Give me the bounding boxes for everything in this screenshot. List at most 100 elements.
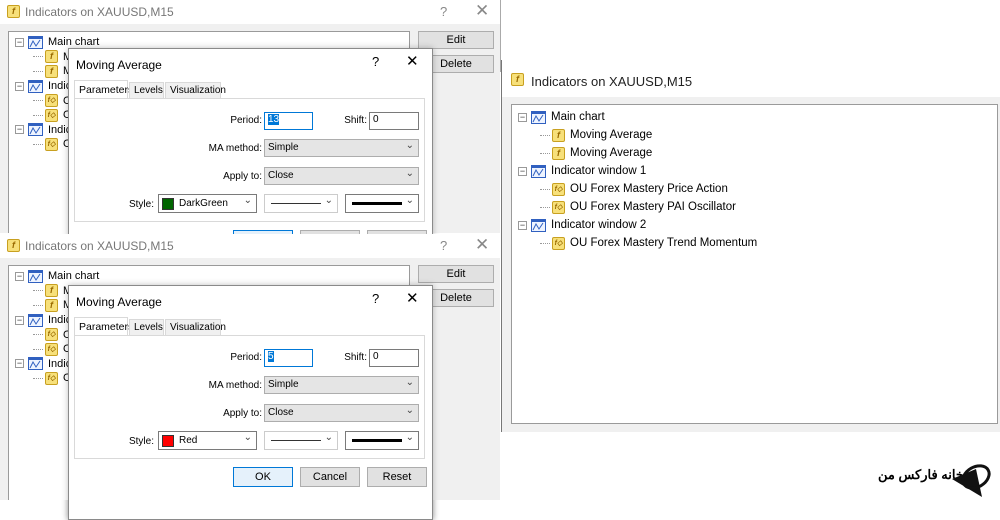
chevron-down-icon: ⌄: [405, 168, 414, 179]
collapse-icon[interactable]: −: [15, 125, 24, 135]
apply-to-label: Apply to:: [223, 408, 262, 419]
tree-connector: [540, 134, 550, 136]
tab-parameters[interactable]: Parameters: [74, 80, 133, 99]
shift-label: Shift:: [344, 352, 367, 363]
line-style-select[interactable]: ⌄: [264, 194, 338, 213]
indicators-window-large: f Indicators on XAUUSD,M15 − Main chart f Mov…: [501, 60, 1000, 432]
collapse-icon[interactable]: −: [15, 37, 24, 47]
period-input[interactable]: 5: [264, 349, 313, 367]
shift-input[interactable]: 0: [369, 349, 419, 367]
tree-item[interactable]: f◇ OU Forex Mastery Price Action: [540, 180, 728, 198]
collapse-icon[interactable]: −: [15, 81, 24, 91]
period-value: 13: [268, 114, 280, 125]
chart-window-icon: [531, 164, 546, 178]
ok-button[interactable]: OK: [233, 467, 293, 487]
ma-method-select[interactable]: Simple ⌄: [264, 139, 419, 157]
indicator-function-icon: f: [552, 146, 565, 160]
cancel-button[interactable]: Cancel: [300, 467, 360, 487]
chevron-down-icon: ⌄: [405, 405, 414, 416]
tab-levels[interactable]: Levels: [129, 82, 164, 99]
shift-input[interactable]: 0: [369, 112, 419, 130]
tree-group-0[interactable]: − Main chart: [518, 108, 605, 126]
tree-item[interactable]: f◇ OU Forex Mastery Trend Momentum: [540, 234, 757, 252]
style-label: Style:: [128, 199, 154, 210]
period-input[interactable]: 13: [264, 112, 313, 130]
edit-button[interactable]: Edit: [418, 31, 494, 49]
tree-connector: [33, 114, 43, 116]
collapse-icon[interactable]: −: [15, 315, 24, 325]
close-button[interactable]: ✕: [475, 1, 489, 21]
tree-item[interactable]: f Moving Average: [540, 144, 652, 162]
tree-item[interactable]: f◇ OU Forex Mastery PAI Oscillator: [540, 198, 736, 216]
line-width-preview: [352, 202, 402, 205]
collapse-icon[interactable]: −: [518, 220, 527, 230]
color-swatch: [162, 197, 174, 210]
color-select[interactable]: DarkGreen ⌄: [158, 194, 257, 213]
tree-connector: [540, 242, 550, 244]
brand-logo-icon: [950, 455, 996, 504]
tree-group-0[interactable]: − Main chart: [15, 269, 99, 284]
tree-group-2[interactable]: − Indicator window 2: [518, 216, 646, 234]
dialog-close-button[interactable]: ✕: [406, 52, 419, 70]
tree-item[interactable]: f Moving Average: [540, 126, 652, 144]
tab-visualization[interactable]: Visualization: [165, 319, 226, 336]
indicator-tree[interactable]: − Main chart f Moving Average f Moving Averag…: [511, 104, 998, 424]
collapse-icon[interactable]: −: [15, 271, 24, 281]
tree-group-label: Main chart: [48, 270, 100, 283]
indicators-window-icon: f: [7, 5, 20, 18]
chart-window-icon: [28, 123, 43, 137]
line-width-select[interactable]: ⌄: [345, 431, 419, 450]
tree-item-label: Moving Average: [570, 129, 653, 141]
dialog-title: Moving Average: [76, 58, 162, 72]
tree-item-label: Moving Average: [570, 147, 653, 159]
tab-parameters[interactable]: Parameters: [74, 317, 133, 336]
line-style-select[interactable]: ⌄: [264, 431, 338, 450]
tree-connector: [33, 304, 43, 306]
tree-connector: [540, 152, 550, 154]
tree-connector: [33, 334, 43, 336]
collapse-icon[interactable]: −: [518, 166, 527, 176]
dialog-close-button[interactable]: ✕: [406, 289, 419, 307]
chart-window-icon: [531, 110, 546, 124]
collapse-icon[interactable]: −: [15, 359, 24, 369]
line-width-select[interactable]: ⌄: [345, 194, 419, 213]
chevron-down-icon: ⌄: [243, 432, 252, 443]
tree-connector: [540, 206, 550, 208]
tree-connector: [33, 70, 43, 72]
tree-group-label: Indicator window 1: [551, 165, 647, 177]
chevron-down-icon: ⌄: [324, 432, 333, 443]
apply-to-select[interactable]: Close ⌄: [264, 167, 419, 185]
chart-window-icon: [28, 269, 43, 283]
ma-method-label: MA method:: [208, 380, 262, 391]
apply-to-select[interactable]: Close ⌄: [264, 404, 419, 422]
reset-button[interactable]: Reset: [367, 467, 427, 487]
help-button[interactable]: ?: [440, 238, 447, 253]
period-label: Period:: [230, 352, 262, 363]
window-title: Indicators on XAUUSD,M15: [531, 74, 693, 89]
chevron-down-icon: ⌄: [405, 432, 414, 443]
custom-indicator-icon: f◇: [552, 200, 565, 214]
apply-to-value: Close: [268, 407, 294, 418]
line-width-preview: [352, 439, 402, 442]
ma-method-select[interactable]: Simple ⌄: [264, 376, 419, 394]
tab-visualization[interactable]: Visualization: [165, 82, 226, 99]
indicator-function-icon: f: [45, 64, 58, 78]
edit-button[interactable]: Edit: [418, 265, 494, 283]
color-select[interactable]: Red ⌄: [158, 431, 257, 450]
dialog-help-button[interactable]: ?: [372, 291, 379, 306]
dialog-title: Moving Average: [76, 295, 162, 309]
dialog-help-button[interactable]: ?: [372, 54, 379, 69]
chart-window-icon: [28, 35, 43, 49]
tree-group-label: Indicator window 2: [551, 219, 647, 231]
chart-window-icon: [28, 79, 43, 93]
tab-levels[interactable]: Levels: [129, 319, 164, 336]
color-name: Red: [179, 435, 198, 446]
tree-connector: [540, 188, 550, 190]
help-button[interactable]: ?: [440, 4, 447, 19]
tree-group-1[interactable]: − Indicator window 1: [518, 162, 646, 180]
chevron-down-icon: ⌄: [243, 195, 252, 206]
collapse-icon[interactable]: −: [518, 112, 527, 122]
tree-item-label: OU Forex Mastery Price Action: [570, 183, 728, 195]
title-bar: f Indicators on XAUUSD,M15? ✕: [0, 234, 500, 258]
close-button[interactable]: ✕: [475, 235, 489, 255]
